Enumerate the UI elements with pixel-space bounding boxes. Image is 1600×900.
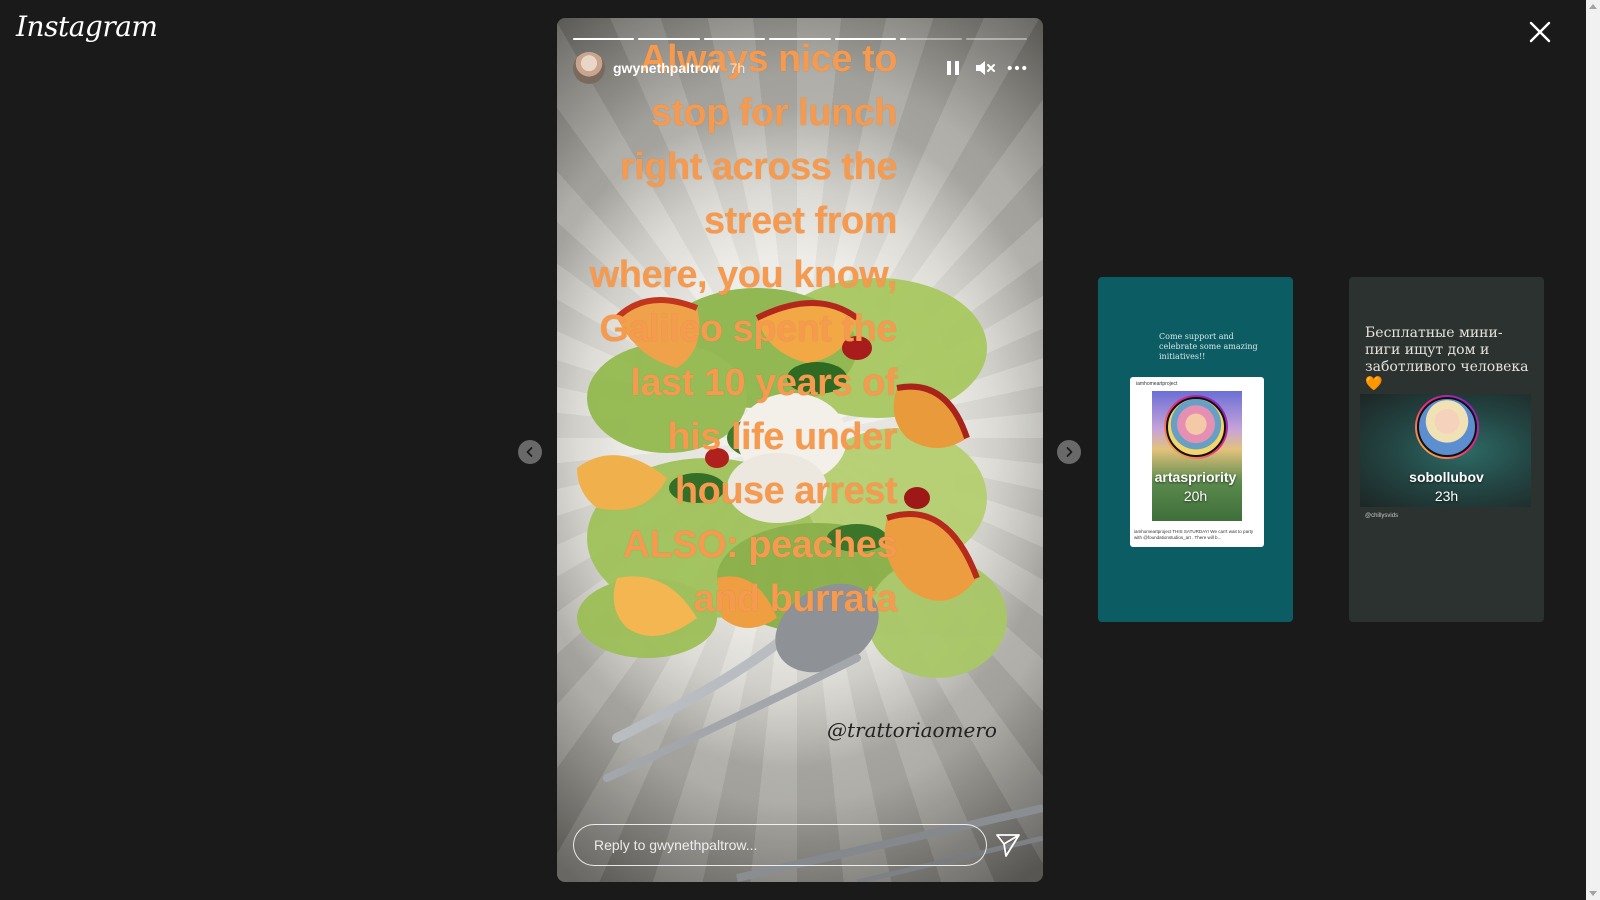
caption-line: right across the	[619, 146, 898, 188]
story-header: gwynethpaltrow 7h	[573, 52, 1027, 84]
chevron-left-icon	[526, 447, 533, 457]
progress-segment	[703, 38, 766, 40]
page-scrollbar[interactable]	[1586, 0, 1600, 900]
avatar	[1163, 395, 1228, 459]
story-viewer: Instagram Always nice to stop for lunch …	[0, 0, 1600, 900]
reply-input[interactable]: Reply to gwynethpaltrow...	[573, 824, 987, 866]
progress-segment	[834, 38, 897, 40]
avatar[interactable]	[573, 52, 605, 84]
pause-icon	[947, 61, 959, 75]
close-icon	[1529, 21, 1551, 43]
instagram-logo[interactable]: Instagram	[16, 10, 158, 43]
preview-username: artaspriority	[1154, 469, 1237, 485]
progress-segment	[573, 38, 635, 40]
close-button[interactable]	[1528, 20, 1568, 60]
progress-segment	[900, 38, 962, 40]
progress-segment	[638, 38, 700, 40]
caption-line: ALSO: peaches	[622, 524, 898, 566]
story-username[interactable]: gwynethpaltrow	[613, 60, 720, 76]
avatar	[1414, 395, 1479, 459]
mute-button[interactable]	[975, 58, 995, 78]
preview-username: sobollubov	[1409, 469, 1484, 485]
caption-line: his life under	[667, 416, 898, 458]
send-button[interactable]	[995, 832, 1023, 860]
preview-time: 20h	[1183, 488, 1208, 504]
caption-line: Galileo spent the	[599, 308, 897, 350]
more-options-icon	[1007, 65, 1027, 71]
preview-credit: @chillysvids	[1365, 513, 1399, 519]
scroll-up-icon[interactable]	[1589, 4, 1597, 9]
caption-line: street from	[704, 200, 898, 242]
story-time: 7h	[729, 60, 746, 76]
caption-line: and burrata	[693, 578, 897, 620]
progress-segment	[769, 38, 831, 40]
muted-speaker-icon	[976, 61, 995, 75]
caption-line: house arrest	[674, 470, 898, 512]
location-mention[interactable]: @trattoriaomero	[827, 718, 997, 742]
scroll-down-icon[interactable]	[1589, 891, 1597, 896]
caption-line: where, you know,	[589, 254, 898, 296]
story-controls	[943, 58, 1027, 78]
story-progress-bar	[573, 38, 1027, 40]
story-preview-sobollubov[interactable]: Бесплатные мини-пиги ищут дом и заботлив…	[1349, 277, 1544, 622]
preview-time: 23h	[1434, 488, 1459, 504]
more-options-button[interactable]	[1007, 58, 1027, 78]
chevron-right-icon	[1066, 447, 1073, 457]
poster-footer: iamhomeartproject THIS SATURDAY! We can'…	[1134, 529, 1254, 540]
send-icon	[996, 834, 1020, 857]
poster-header: iamhomeartproject	[1136, 381, 1178, 387]
preview-text: Бесплатные мини-пиги ищут дом и заботлив…	[1365, 325, 1529, 392]
pause-button[interactable]	[943, 58, 963, 78]
caption-line: last 10 years of	[630, 362, 897, 404]
story-preview-artaspriority[interactable]: Come support and celebrate some amazing …	[1098, 277, 1293, 622]
story-card[interactable]: Always nice to stop for lunch right across…	[557, 18, 1043, 882]
story-caption: Always nice to stop for lunch right across…	[557, 32, 898, 626]
previous-story-button[interactable]	[518, 440, 542, 464]
caption-line: stop for lunch	[650, 92, 898, 134]
next-story-button[interactable]	[1057, 440, 1081, 464]
preview-text: Come support and celebrate some amazing …	[1159, 332, 1258, 361]
reply-placeholder: Reply to gwynethpaltrow...	[594, 837, 758, 853]
progress-segment	[965, 38, 1027, 40]
